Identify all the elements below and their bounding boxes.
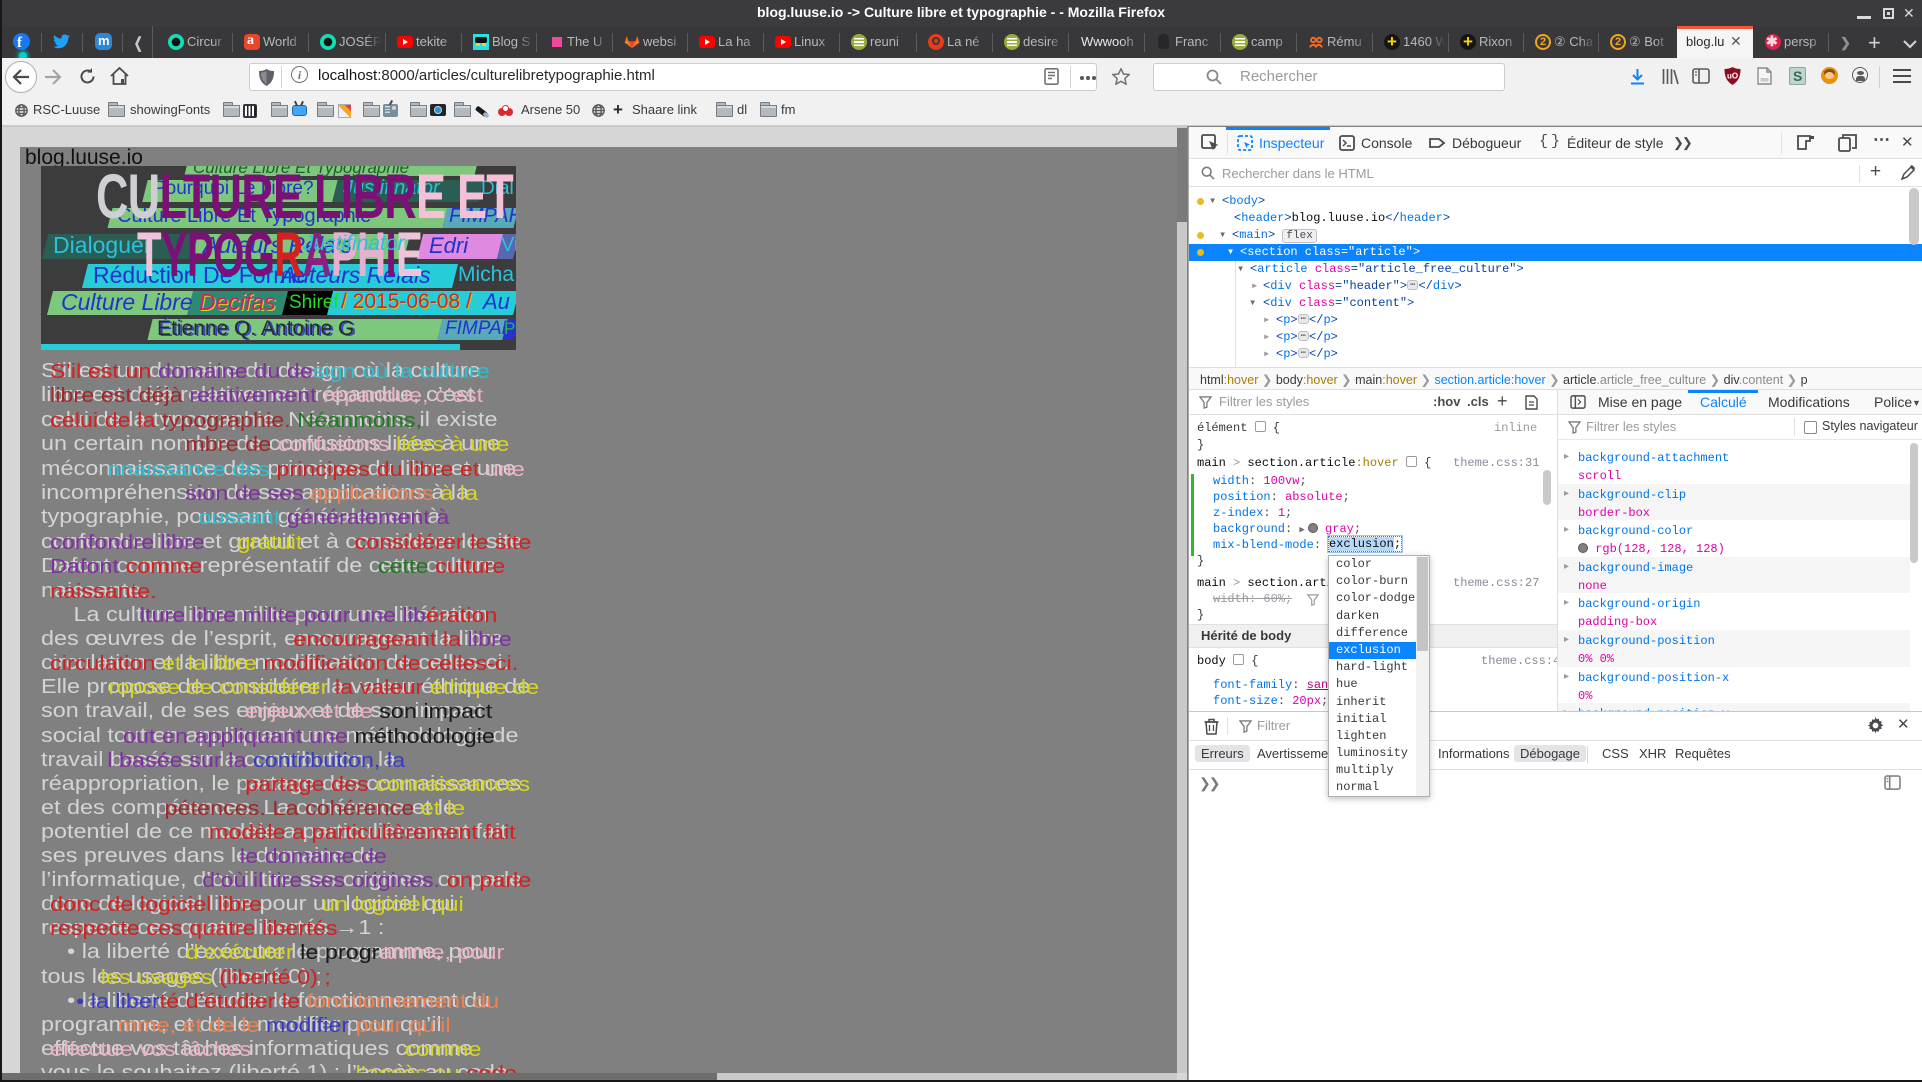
- svg-text:uO: uO: [1727, 72, 1738, 81]
